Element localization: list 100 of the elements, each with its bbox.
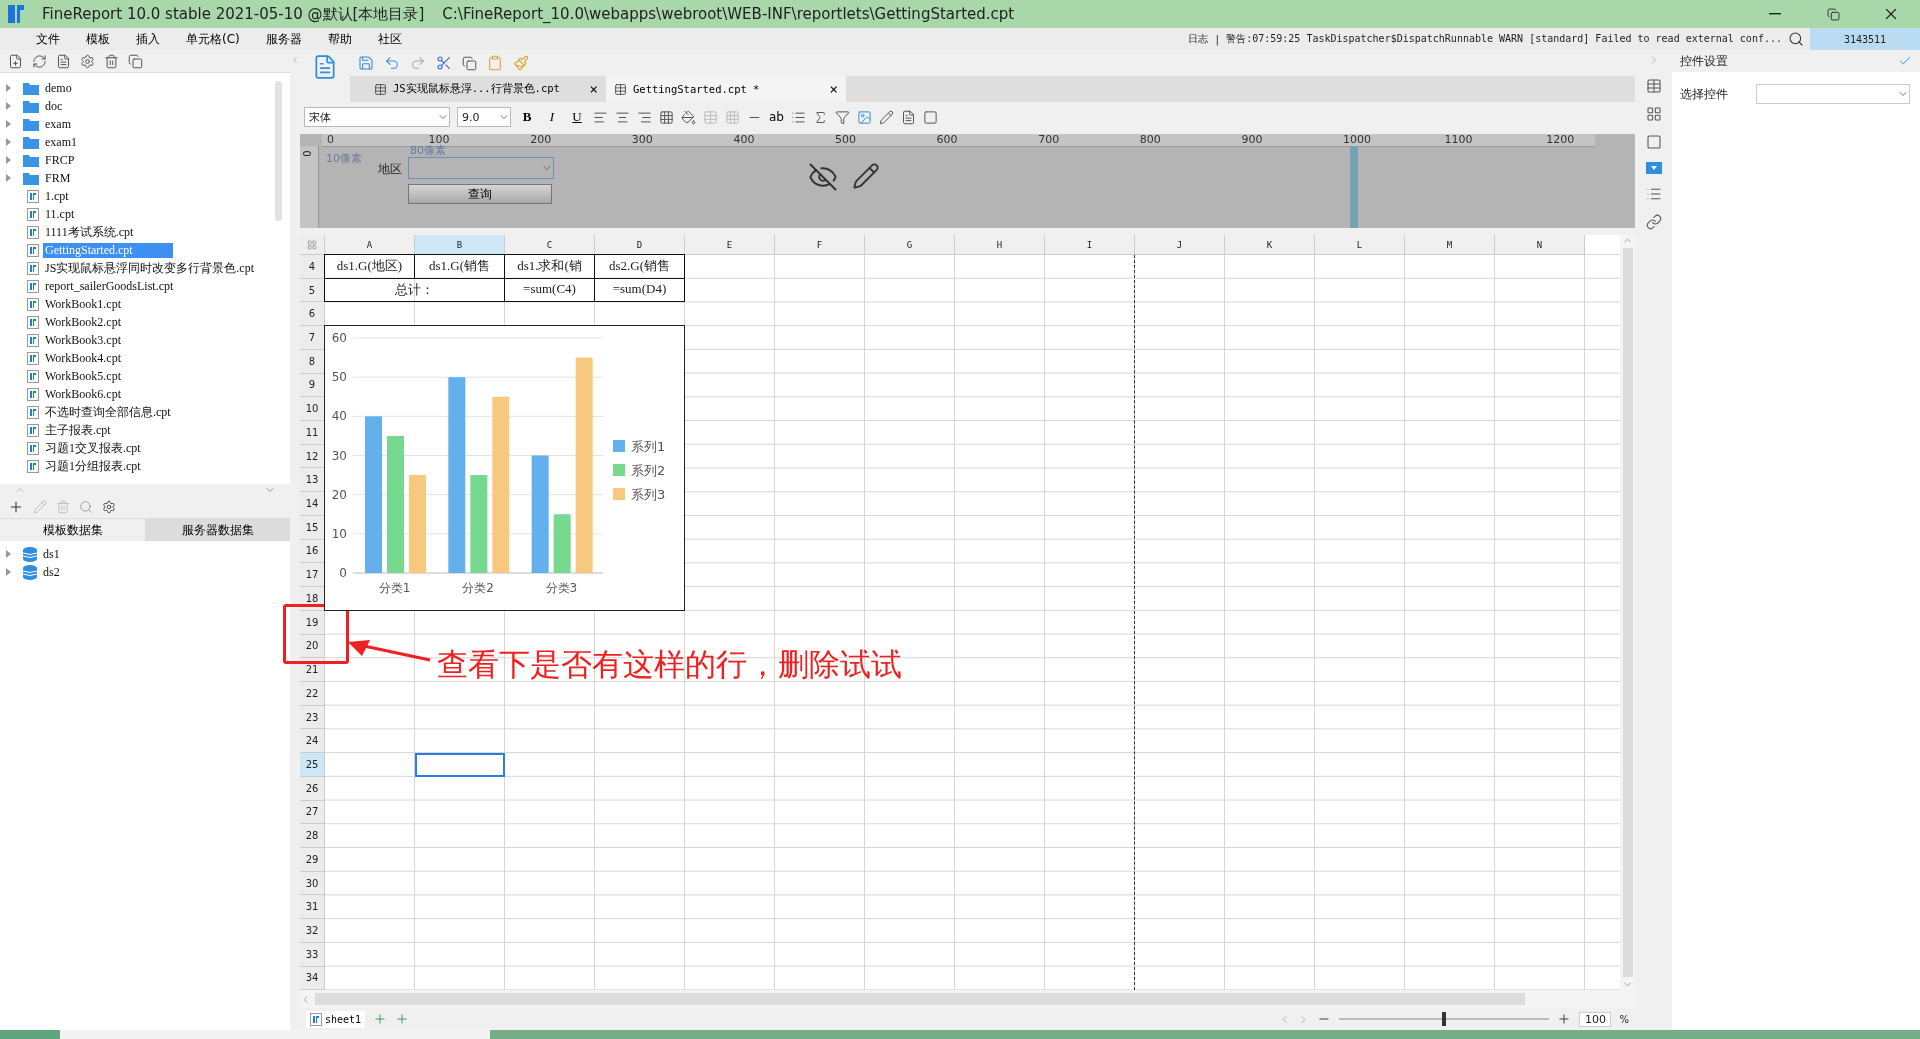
row-header[interactable]: 34	[300, 966, 325, 990]
row-header[interactable]: 24	[300, 729, 325, 754]
menu-item[interactable]: 服务器	[253, 28, 316, 50]
widget-select[interactable]	[1756, 84, 1910, 104]
tree-item[interactable]: 习题1交叉报表.cpt	[43, 439, 143, 457]
sheet-tab[interactable]: sheet1	[306, 1010, 366, 1028]
scrollbar[interactable]	[315, 993, 1525, 1005]
tree-item[interactable]: WorkBook4.cpt	[43, 350, 124, 366]
menu-item[interactable]: 插入	[124, 28, 174, 50]
align-center-icon[interactable]	[615, 109, 630, 125]
tree-item[interactable]: WorkBook2.cpt	[43, 314, 124, 330]
row-header[interactable]: 17	[300, 563, 325, 588]
menu-item[interactable]: 文件	[24, 28, 74, 50]
menu-item[interactable]: 社区	[365, 28, 416, 50]
tree-item[interactable]: FRM	[43, 170, 73, 186]
cell-icon[interactable]	[1645, 78, 1662, 94]
query-button[interactable]: 查询	[408, 184, 552, 204]
column-header[interactable]: B	[415, 235, 505, 255]
merge-icon[interactable]	[703, 109, 718, 125]
column-header[interactable]: N	[1495, 235, 1585, 255]
align-left-icon[interactable]	[593, 109, 608, 125]
tree-item[interactable]: WorkBook3.cpt	[43, 332, 124, 348]
frame-icon[interactable]	[1645, 134, 1662, 150]
row-header[interactable]: 28	[300, 824, 325, 848]
row-header[interactable]: 26	[300, 776, 325, 801]
column-header[interactable]: F	[775, 235, 865, 255]
row-header[interactable]: 25	[300, 753, 325, 777]
row-header[interactable]: 32	[300, 919, 325, 943]
refresh-icon[interactable]	[32, 53, 47, 69]
formula-icon[interactable]	[813, 109, 828, 125]
expand-arrow-icon[interactable]	[6, 84, 11, 92]
row-header[interactable]: 11	[300, 421, 325, 445]
tree-item[interactable]: demo	[43, 80, 74, 96]
column-header[interactable]: L	[1315, 235, 1405, 255]
cut-icon[interactable]	[436, 55, 452, 71]
expand-arrow-icon[interactable]	[6, 174, 11, 182]
row-header[interactable]: 30	[300, 871, 325, 896]
menu-item[interactable]: 模板	[74, 28, 124, 50]
dataset-item[interactable]: ds2	[41, 564, 62, 580]
preview-icon[interactable]	[79, 500, 93, 514]
settings-icon[interactable]	[102, 500, 116, 514]
menu-item[interactable]: 单元格(C)	[174, 28, 254, 50]
tree-item[interactable]: WorkBook1.cpt	[43, 296, 124, 312]
layout-icon[interactable]	[1645, 106, 1662, 122]
column-header[interactable]: J	[1135, 235, 1225, 255]
menu-item[interactable]: 帮助	[315, 28, 366, 50]
expand-arrow-icon[interactable]	[6, 550, 11, 558]
image-icon[interactable]	[857, 109, 872, 125]
document-icon[interactable]	[56, 53, 71, 69]
row-header[interactable]: 22	[300, 681, 325, 706]
row-header[interactable]: 7	[300, 326, 325, 350]
row-header[interactable]: 4	[300, 255, 325, 279]
column-header[interactable]: D	[595, 235, 685, 255]
copy-icon[interactable]	[128, 53, 143, 69]
eye-off-icon[interactable]	[808, 162, 838, 192]
new-folder-icon[interactable]	[8, 53, 23, 69]
row-header[interactable]: 13	[300, 468, 325, 493]
redo-icon[interactable]	[410, 55, 426, 71]
log-label[interactable]: 日志	[1188, 32, 1209, 46]
row-header[interactable]: 10	[300, 397, 325, 422]
text-icon[interactable]	[901, 109, 916, 125]
tree-item[interactable]: WorkBook5.cpt	[43, 368, 124, 384]
row-header[interactable]: 6	[300, 302, 325, 327]
undo-icon[interactable]	[384, 55, 400, 71]
page-edge-marker[interactable]	[1350, 146, 1358, 228]
fill-icon[interactable]	[681, 109, 696, 125]
dataset-tab[interactable]: 模板数据集	[0, 519, 145, 541]
add-sheet-icon[interactable]	[373, 1012, 388, 1026]
list-icon[interactable]	[791, 109, 806, 125]
tree-item[interactable]: doc	[43, 98, 65, 114]
split-icon[interactable]	[725, 109, 740, 125]
scrollbar[interactable]	[1622, 248, 1633, 977]
add-icon[interactable]	[8, 499, 24, 515]
row-header[interactable]: 27	[300, 800, 325, 825]
tree-item[interactable]: 主子报表.cpt	[43, 421, 113, 439]
tree-item[interactable]: WorkBook6.cpt	[43, 386, 124, 402]
column-header[interactable]: M	[1405, 235, 1495, 255]
slider-thumb[interactable]	[1442, 1012, 1447, 1026]
tree-item[interactable]: 1.cpt	[43, 188, 71, 204]
row-header[interactable]: 23	[300, 705, 325, 730]
brush-icon[interactable]	[513, 55, 529, 71]
tree-item[interactable]: JS实现鼠标悬浮同时改变多行背景色.cpt	[43, 259, 256, 277]
row-header[interactable]: 33	[300, 942, 325, 967]
size-select[interactable]: 9.0	[457, 107, 511, 127]
tree-item[interactable]: 1111考试系统.cpt	[43, 223, 136, 241]
tree-item[interactable]: exam1	[43, 134, 79, 150]
zoom-in-icon[interactable]	[1557, 1012, 1572, 1026]
tree-item[interactable]: FRCP	[43, 152, 77, 168]
expand-arrow-icon[interactable]	[6, 102, 11, 110]
font-select[interactable]: 宋体	[304, 107, 450, 127]
copy-icon[interactable]	[462, 55, 477, 71]
frame-icon[interactable]	[923, 109, 938, 125]
zoom-field[interactable]: 100	[1579, 1011, 1612, 1027]
add-form-icon[interactable]	[395, 1012, 410, 1026]
row-header[interactable]: 14	[300, 492, 325, 516]
dropdown-field[interactable]	[408, 157, 554, 179]
expand-arrow-icon[interactable]	[6, 138, 11, 146]
tree-item[interactable]: report_sailerGoodsList.cpt	[43, 278, 176, 294]
tree-item[interactable]: 习题1分组报表.cpt	[43, 457, 143, 475]
tree-item[interactable]: exam	[43, 116, 73, 132]
